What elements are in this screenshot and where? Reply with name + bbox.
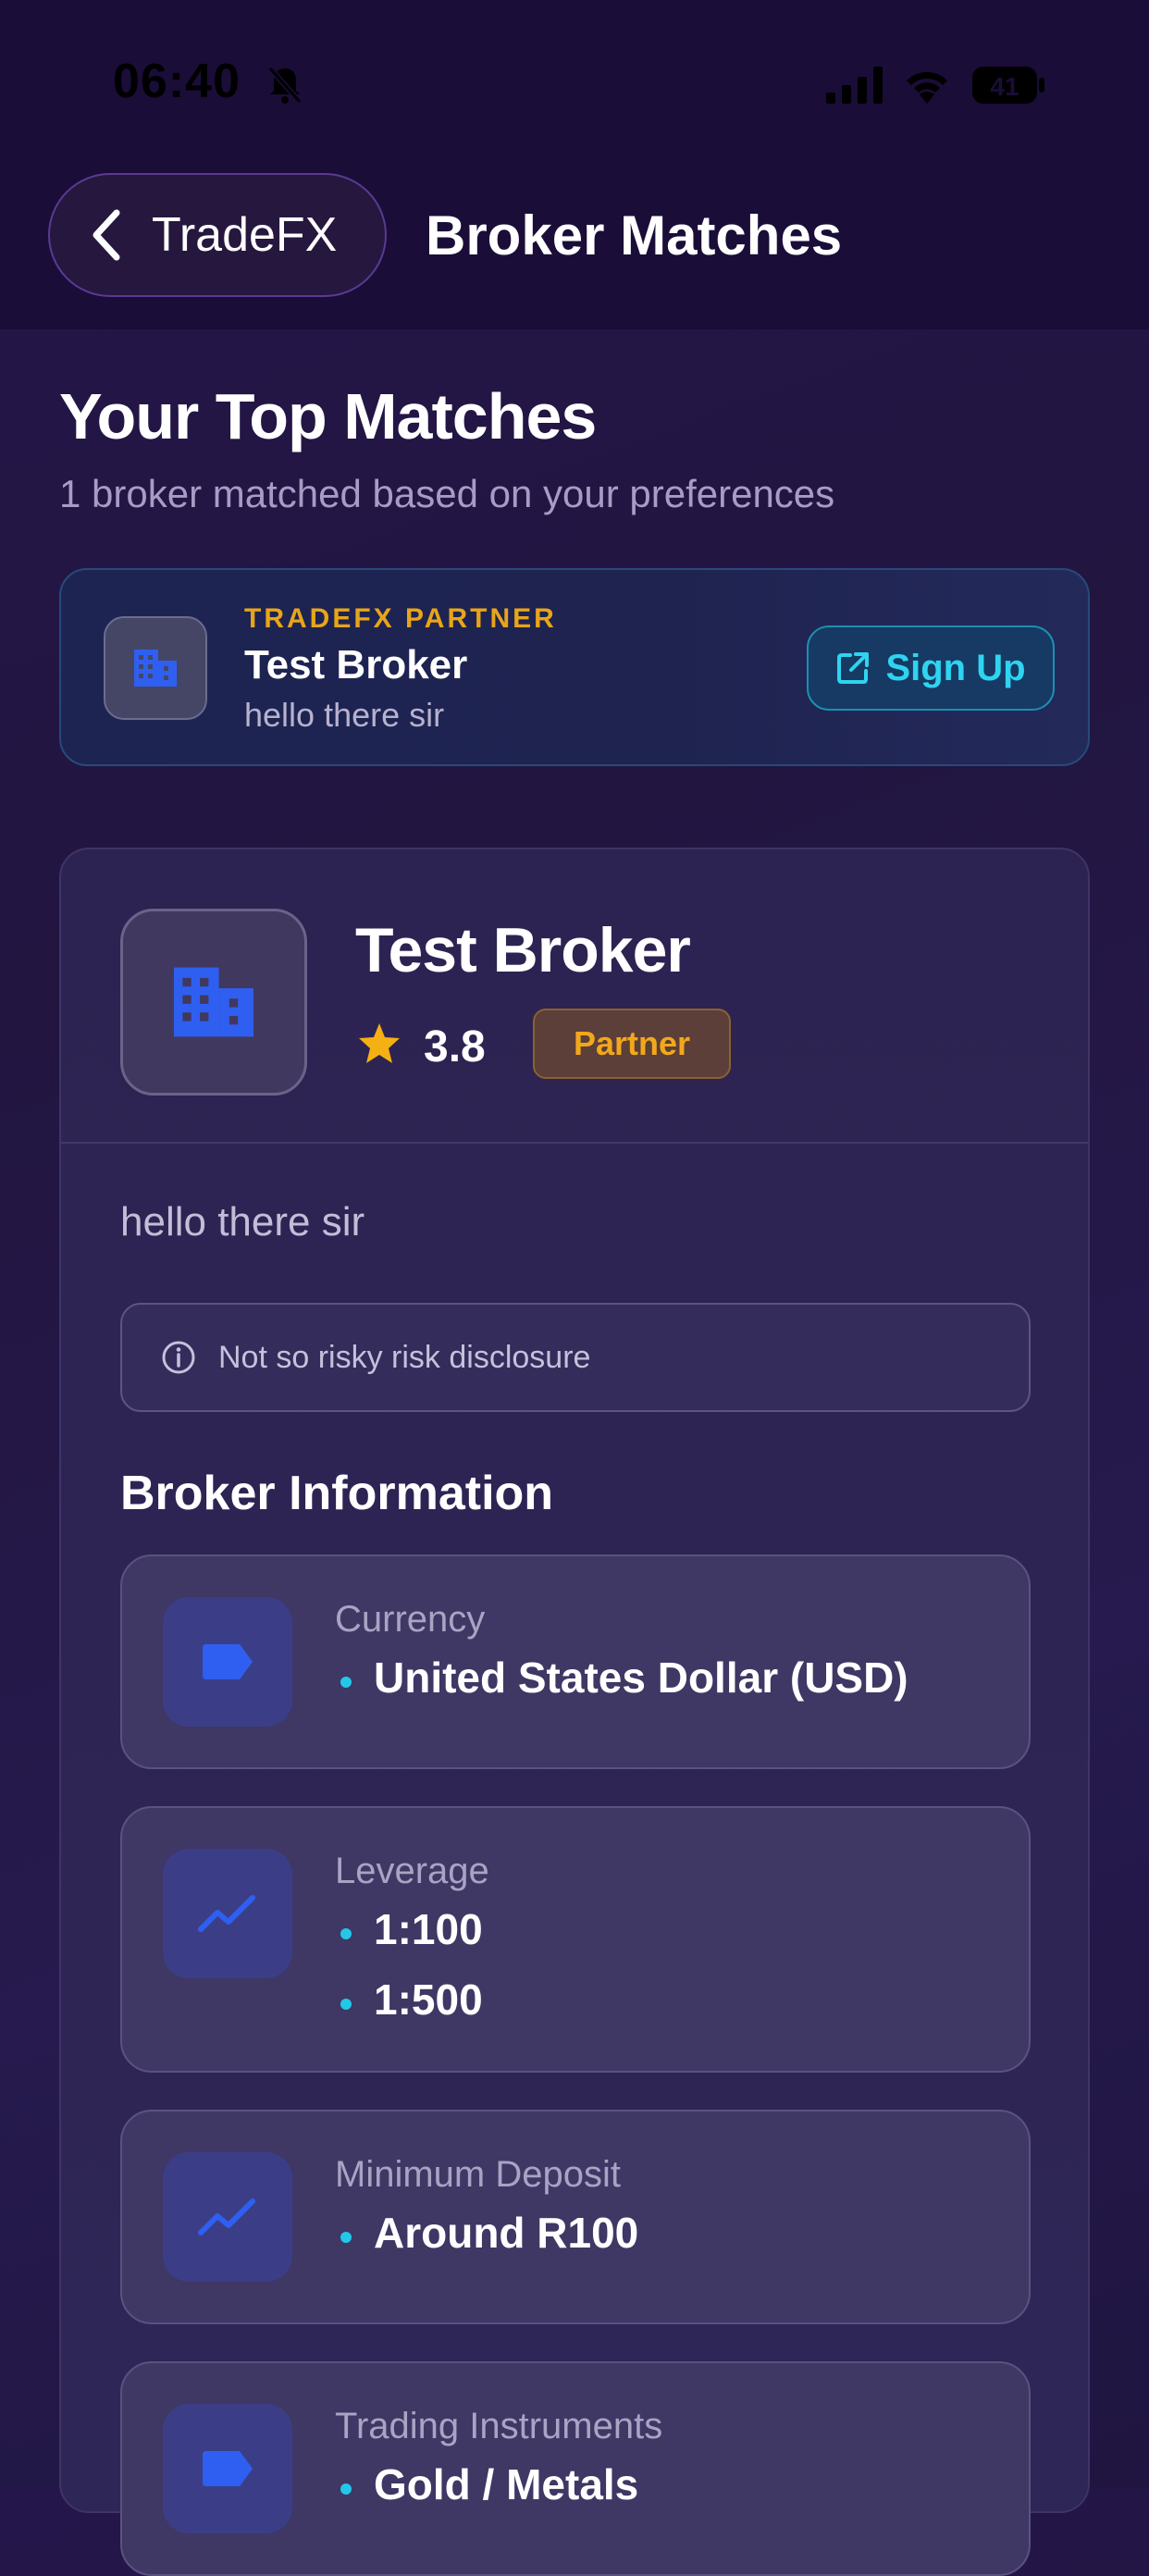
broker-description: hello there sir [120,1199,365,1245]
info-value: Gold / Metals [335,2459,638,2509]
back-button[interactable]: TradeFX [48,173,387,297]
partner-description: hello there sir [244,696,445,734]
partner-name: Test Broker [244,642,468,687]
info-label: Trading Instruments [335,2406,663,2446]
battery-icon: 41 [971,65,1045,105]
status-time: 06:40 [113,55,241,108]
info-row-trading-instruments: Trading Instruments Gold / Metals [120,2361,1031,2576]
wifi-icon [907,71,947,104]
info-row-currency: Currency United States Dollar (USD) [120,1554,1031,1769]
sign-up-button[interactable]: Sign Up [807,625,1055,711]
bell-muted-icon [267,67,303,104]
battery-level: 41 [990,72,1019,101]
star-icon [359,1023,400,1063]
building-icon [174,967,253,1037]
info-label: Leverage [335,1851,489,1891]
external-link-icon [837,652,870,684]
row-icon-box [163,1849,292,1978]
info-row-leverage: Leverage 1:100 1:500 [120,1806,1031,2073]
tag-icon [203,2451,253,2486]
partner-tag: TRADEFX PARTNER [244,603,557,634]
info-row-minimum-deposit: Minimum Deposit Around R100 [120,2110,1031,2324]
matches-subtitle: 1 broker matched based on your preferenc… [59,472,835,515]
risk-disclosure-text: Not so risky risk disclosure [218,1339,591,1375]
row-icon-box [163,2152,292,2282]
tag-icon [203,1644,253,1679]
sign-up-label: Sign Up [885,647,1026,688]
row-icon-box [163,2404,292,2533]
partner-banner[interactable]: TRADEFX PARTNER Test Broker hello there … [59,568,1090,766]
partner-badge: Partner [533,1009,731,1079]
info-label: Minimum Deposit [335,2154,621,2195]
broker-logo [120,909,307,1096]
info-label: Currency [335,1599,486,1640]
trending-up-icon [198,1895,255,1932]
broker-name: Test Broker [355,915,691,985]
broker-rating: 3.8 [424,1022,486,1071]
info-value: Around R100 [335,2208,638,2258]
broker-info-heading: Broker Information [120,1467,554,1520]
info-value: United States Dollar (USD) [335,1653,908,1703]
row-icon-box [163,1597,292,1727]
info-icon [162,1341,195,1374]
info-value: 1:500 [335,1975,483,2025]
partner-logo [104,616,207,720]
back-label: TradeFX [152,208,338,262]
risk-disclosure: Not so risky risk disclosure [120,1303,1031,1412]
info-value: 1:100 [335,1904,483,1954]
chevron-left-icon [93,209,120,261]
page-title: Broker Matches [426,204,843,266]
matches-title: Your Top Matches [59,380,597,452]
divider [61,1142,1088,1144]
trending-up-icon [198,2198,255,2235]
cellular-signal-icon [826,67,883,104]
broker-card: Test Broker 3.8 Partner hello there sir … [59,848,1090,2576]
building-icon [134,650,177,687]
